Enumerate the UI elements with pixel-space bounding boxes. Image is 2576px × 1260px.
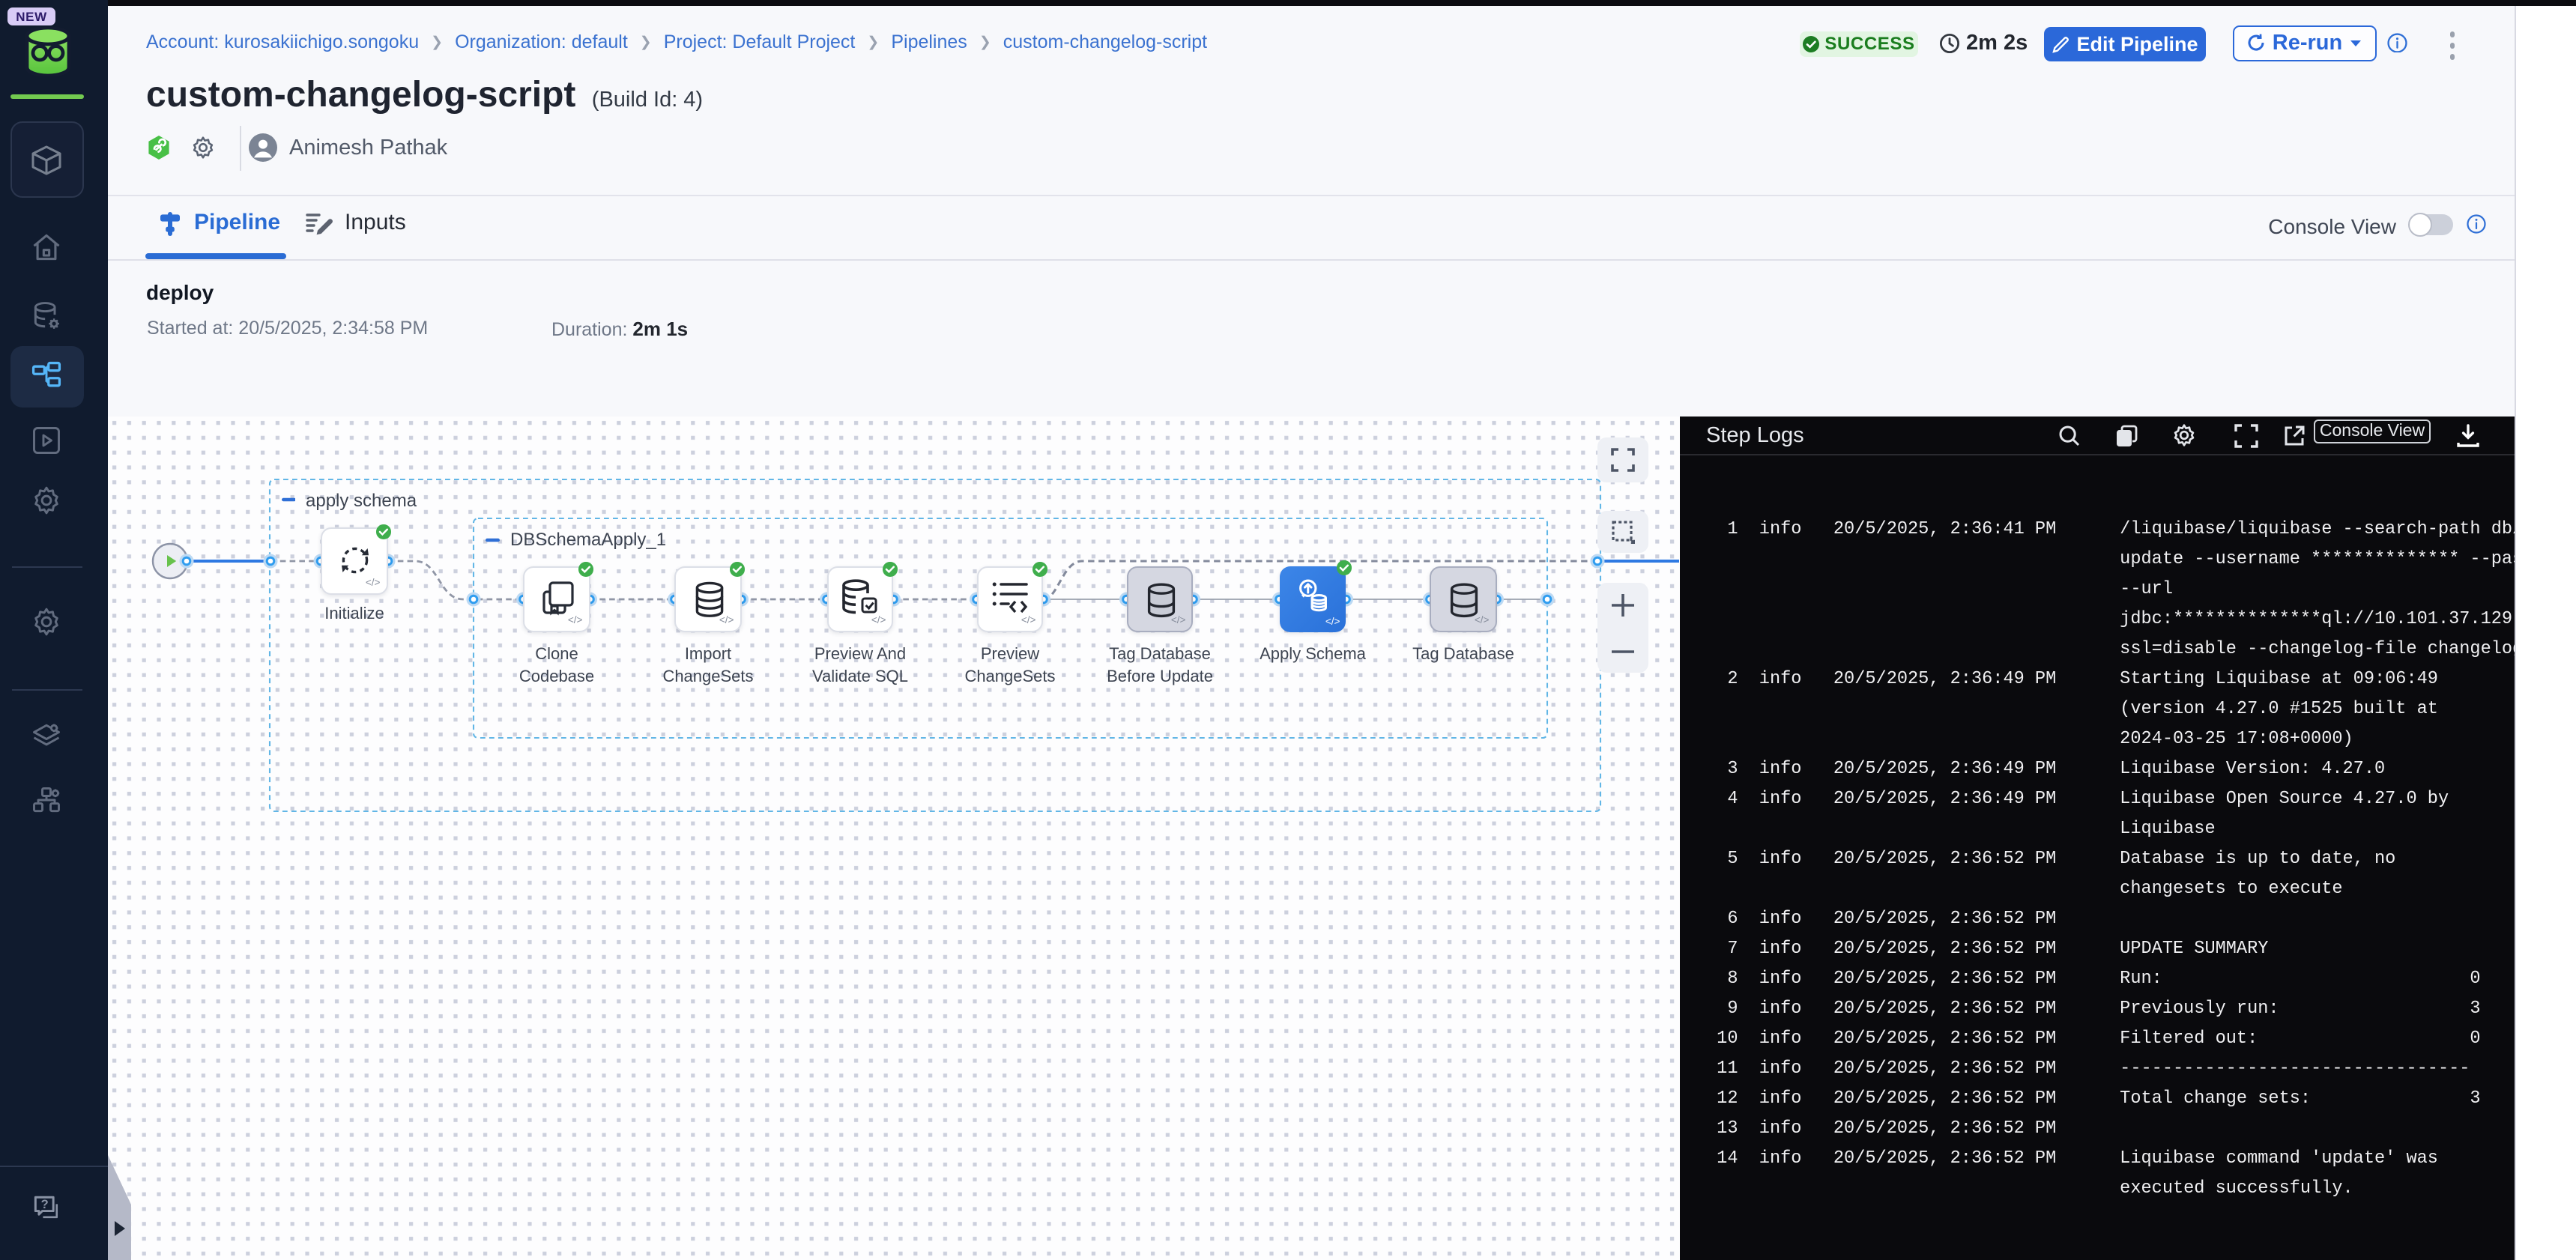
svg-text:?: ? — [41, 1198, 49, 1211]
